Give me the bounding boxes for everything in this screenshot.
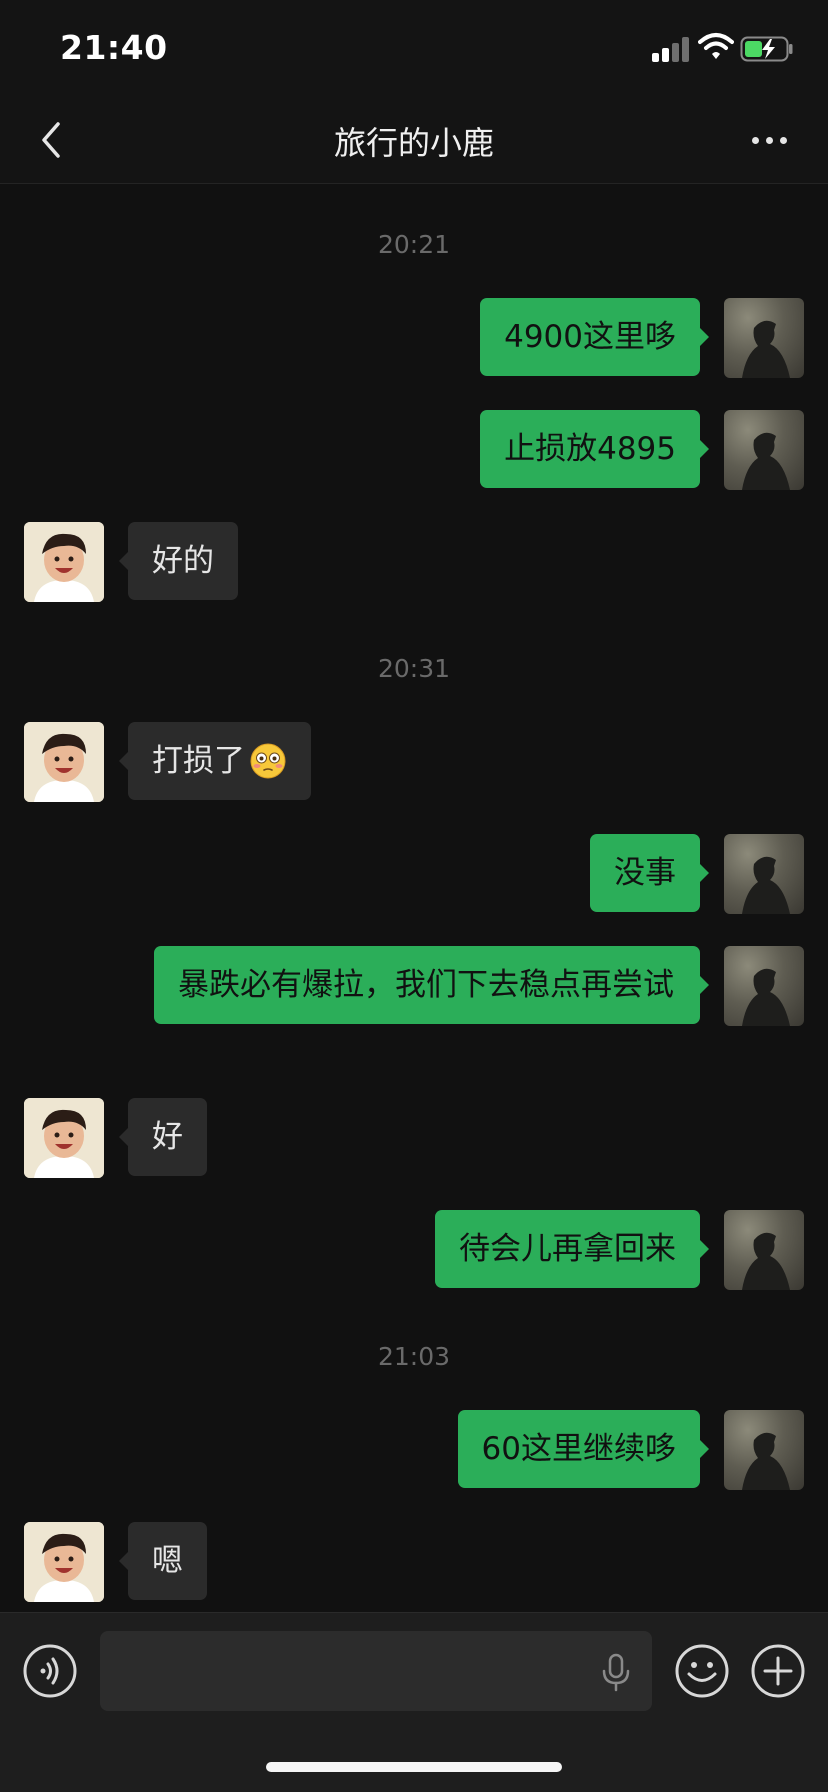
cellular-signal-icon	[652, 36, 692, 62]
message-bubble-outgoing[interactable]: 4900这里哆	[480, 298, 709, 376]
plus-circle-icon	[751, 1644, 805, 1698]
man-silhouette-avatar-image	[742, 968, 790, 1026]
contact-avatar[interactable]	[24, 722, 104, 802]
timestamp: 20:21	[377, 230, 451, 259]
message-text: 打损了	[152, 743, 245, 779]
contact-avatar[interactable]	[24, 1522, 104, 1602]
my-avatar[interactable]	[724, 298, 804, 378]
man-silhouette-avatar-image	[742, 856, 790, 914]
message-bubble-outgoing[interactable]: 60这里继续哆	[457, 1410, 710, 1488]
flushed-face-emoji	[250, 743, 286, 778]
child-avatar-image	[24, 1098, 104, 1178]
my-avatar[interactable]	[724, 410, 804, 490]
my-avatar[interactable]	[724, 1210, 804, 1290]
emoji-button[interactable]	[674, 1643, 730, 1699]
more-options-button[interactable]	[744, 120, 794, 160]
microphone-icon[interactable]	[598, 1653, 634, 1693]
message-bubble-incoming[interactable]: 打损了	[119, 722, 311, 800]
status-time: 21:40	[60, 28, 168, 67]
smiley-icon	[675, 1644, 729, 1698]
my-avatar[interactable]	[724, 1410, 804, 1490]
contact-avatar[interactable]	[24, 522, 104, 602]
message-bubble-outgoing[interactable]: 待会儿再拿回来	[435, 1210, 709, 1288]
child-avatar-image	[24, 522, 104, 602]
voice-icon	[23, 1644, 77, 1698]
ellipsis-icon	[752, 137, 759, 144]
timestamp: 20:31	[377, 654, 451, 683]
wifi-icon	[698, 33, 734, 59]
message-bubble-incoming[interactable]: 好	[119, 1098, 207, 1176]
home-indicator[interactable]	[266, 1762, 562, 1772]
child-avatar-image	[24, 1522, 104, 1602]
child-avatar-image	[24, 722, 104, 802]
message-input[interactable]	[100, 1631, 652, 1711]
timestamp: 21:03	[377, 1342, 451, 1371]
status-bar: 21:40	[0, 0, 828, 96]
message-bubble-outgoing[interactable]: 暴跌必有爆拉，我们下去稳点再尝试	[154, 946, 709, 1024]
message-bubble-outgoing[interactable]: 没事	[590, 834, 709, 912]
message-bubble-incoming[interactable]: 好的	[119, 522, 238, 600]
man-silhouette-avatar-image	[742, 1432, 790, 1490]
my-avatar[interactable]	[724, 834, 804, 914]
message-bubble-outgoing[interactable]: 止损放4895	[480, 410, 709, 488]
message-bubble-incoming[interactable]: 嗯	[119, 1522, 207, 1600]
contact-avatar[interactable]	[24, 1098, 104, 1178]
chat-title: 旅行的小鹿	[333, 124, 494, 162]
voice-mode-button[interactable]	[22, 1643, 78, 1699]
add-button[interactable]	[750, 1643, 806, 1699]
my-avatar[interactable]	[724, 946, 804, 1026]
man-silhouette-avatar-image	[742, 1232, 790, 1290]
nav-bar: 旅行的小鹿	[0, 96, 828, 184]
battery-charging-icon	[740, 36, 793, 62]
man-silhouette-avatar-image	[742, 320, 790, 378]
man-silhouette-avatar-image	[742, 432, 790, 490]
